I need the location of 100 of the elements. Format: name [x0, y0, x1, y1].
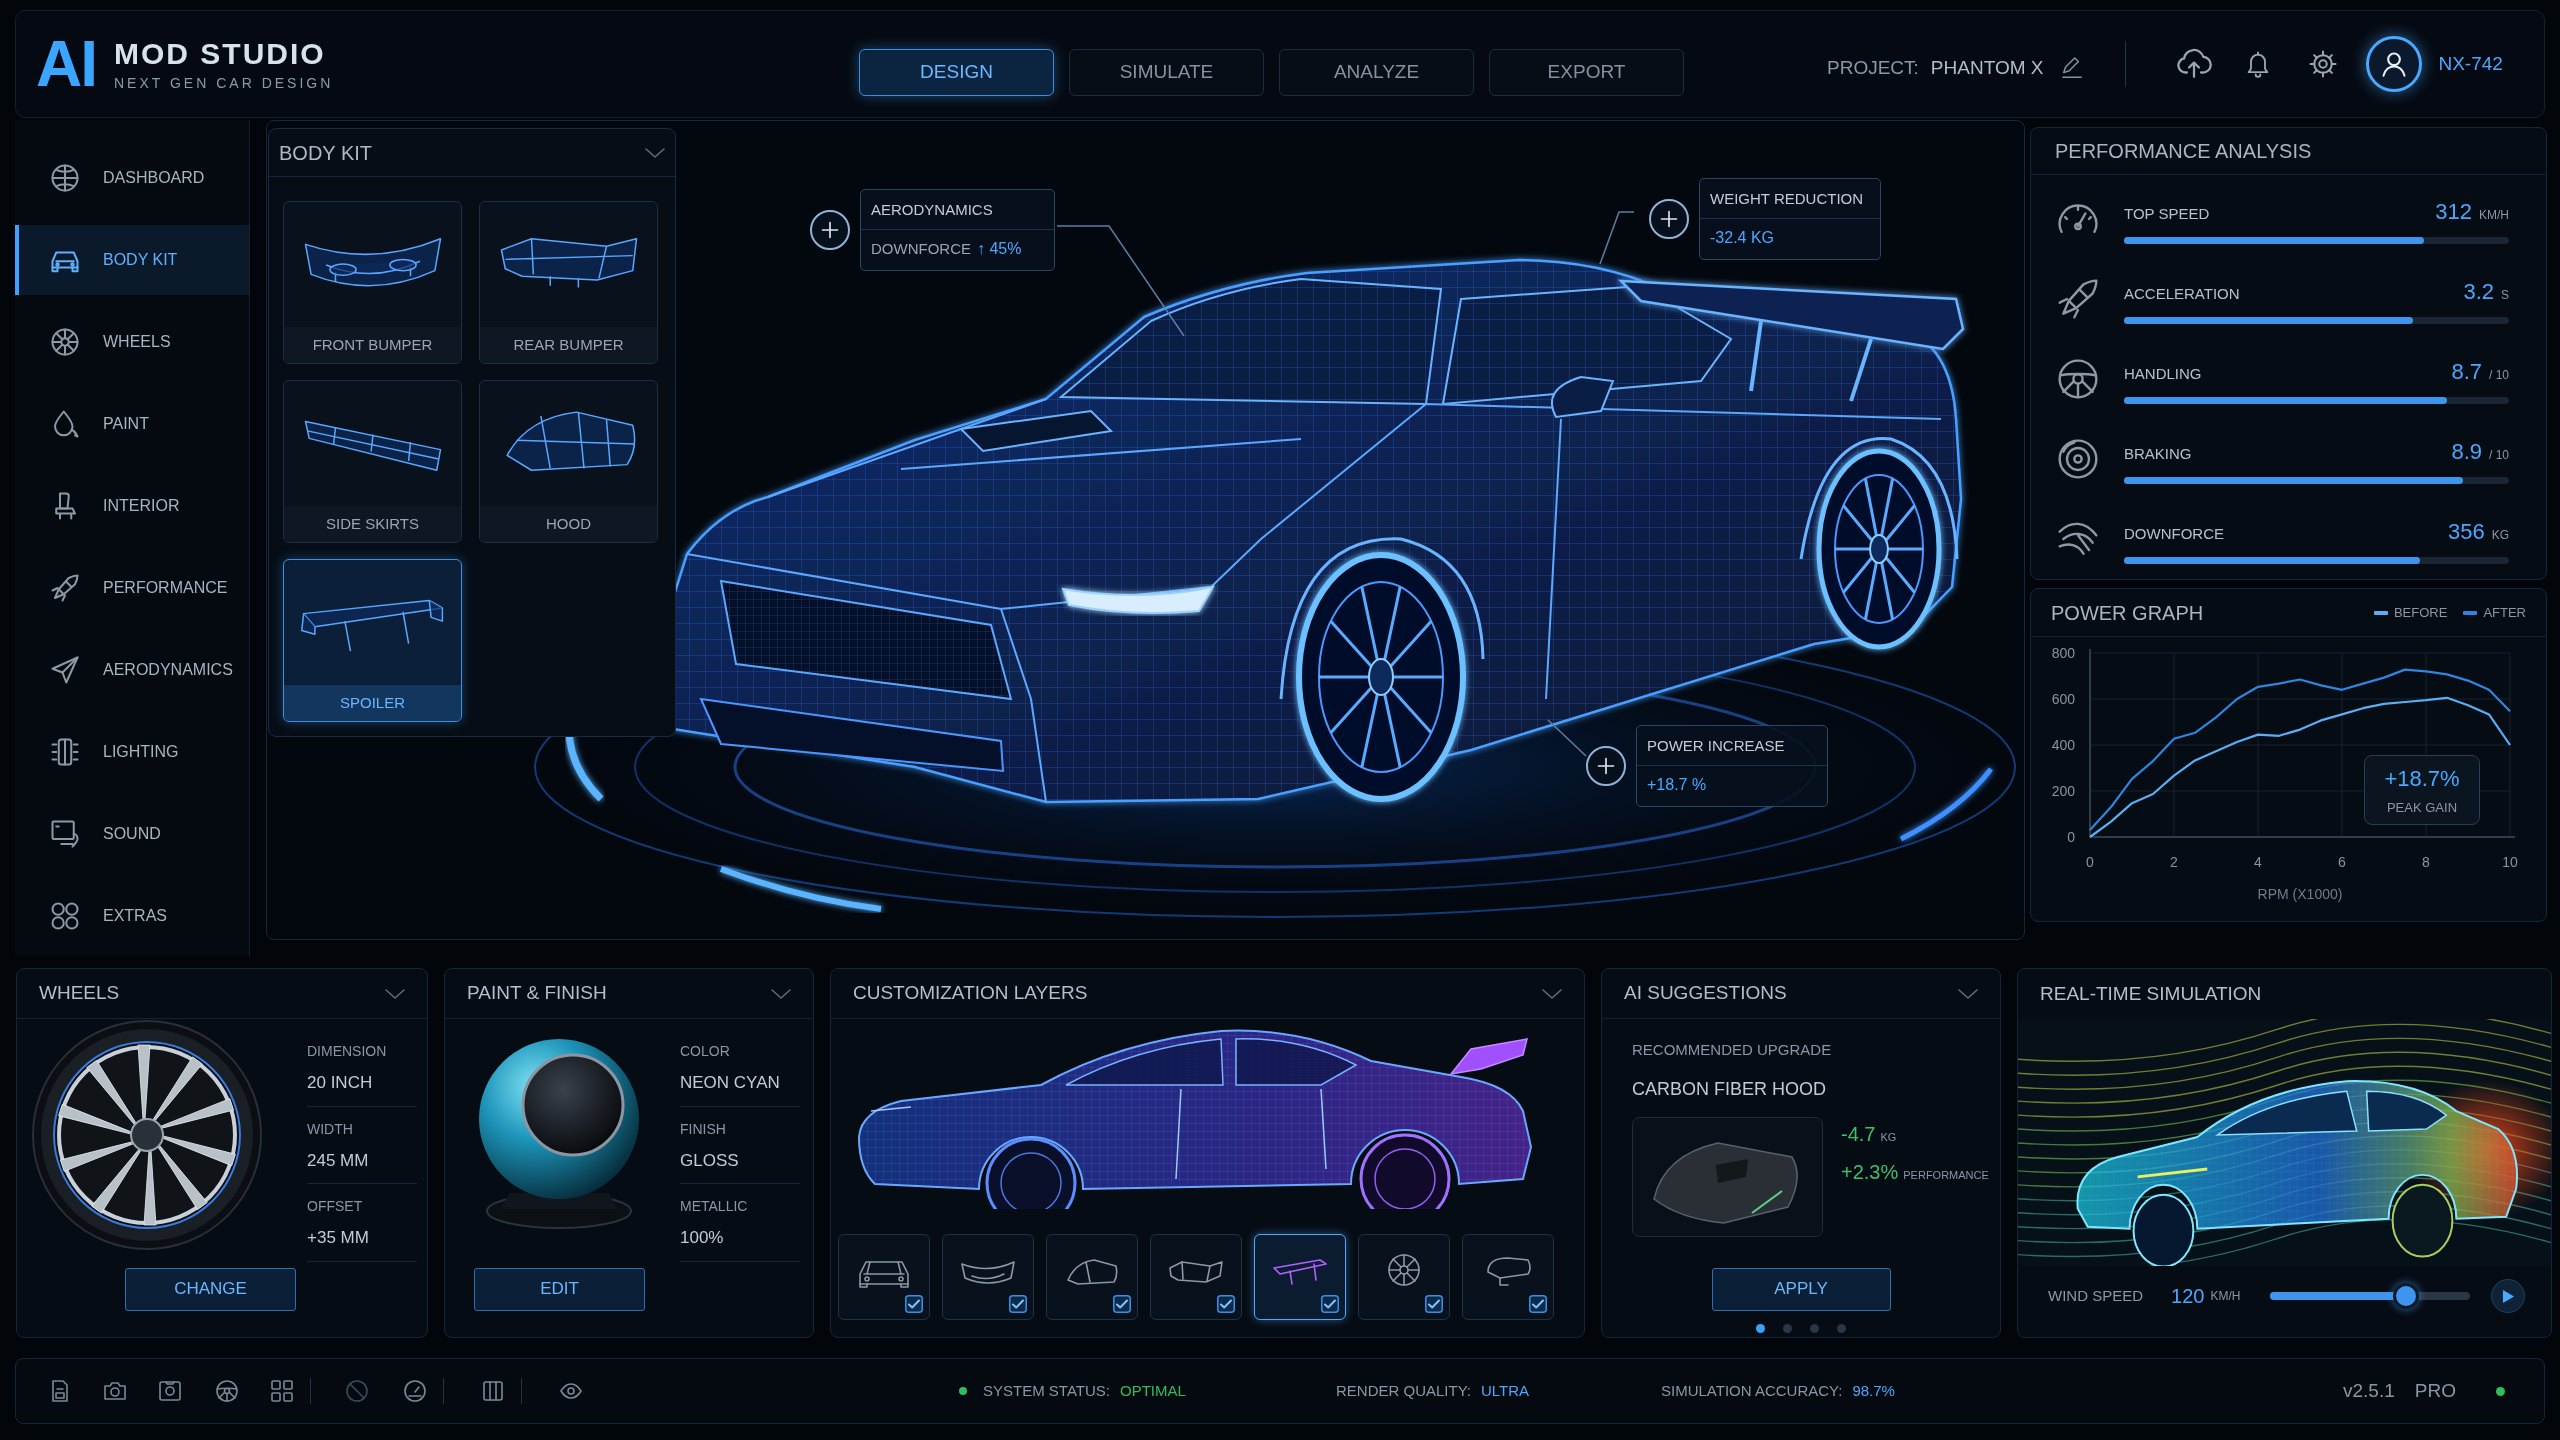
metric-unit: / 10 [2489, 446, 2509, 464]
play-button[interactable] [2491, 1279, 2525, 1313]
sidebar-item[interactable]: PERFORMANCE [15, 553, 249, 623]
sidebar-item[interactable]: SOUND [15, 799, 249, 869]
panel-title: PERFORMANCE ANALYSIS [2055, 139, 2312, 164]
stat-unit: KG [1880, 1129, 1897, 1145]
add-hotspot-button[interactable] [1649, 198, 1689, 239]
tab[interactable]: EXPORT [1489, 48, 1684, 96]
checkbox[interactable] [1009, 1295, 1027, 1313]
metric-label: DOWNFORCE [2124, 523, 2224, 544]
wind-speed-slider[interactable] [2270, 1283, 2471, 1309]
body-part-option[interactable]: HOOD [479, 380, 658, 543]
chevron-down-icon [1542, 988, 1562, 999]
globe-icon [50, 163, 80, 193]
metric-label: BRAKING [2124, 443, 2192, 464]
camera-button[interactable] [103, 1379, 127, 1403]
checkbox[interactable] [1321, 1295, 1339, 1313]
layer-thumbnail[interactable] [1046, 1234, 1138, 1320]
body-part-option[interactable]: SIDE SKIRTS [283, 380, 462, 543]
leader-line [1547, 719, 1587, 757]
user-avatar[interactable] [2366, 36, 2423, 92]
spec-label: OFFSET [307, 1197, 364, 1216]
axis-tick-label: 800 [2051, 645, 2075, 661]
callout-title: WEIGHT REDUCTION [1700, 179, 1880, 219]
plus-icon [820, 219, 840, 240]
layer-thumbnail[interactable] [1358, 1234, 1450, 1320]
layer-thumbnail[interactable] [1254, 1234, 1346, 1320]
spec-value: NEON CYAN [680, 1072, 781, 1094]
chevron-down-icon [645, 147, 665, 158]
paper-plane-icon [50, 655, 80, 685]
sidebar-item[interactable]: BODY KIT [15, 225, 249, 295]
tab[interactable]: DESIGN [859, 48, 1054, 96]
wind-speed-label: WIND SPEED [2048, 1285, 2143, 1306]
light-bar-icon [50, 737, 80, 767]
sidebar-item[interactable]: EXTRAS [15, 881, 249, 951]
settings-button[interactable] [2308, 49, 2339, 79]
layer-thumbnail[interactable] [1150, 1234, 1242, 1320]
edition-label: PRO [2414, 1378, 2456, 1403]
callout-title: AERODYNAMICS [861, 190, 1054, 230]
checkbox[interactable] [1113, 1295, 1131, 1313]
add-hotspot-button[interactable] [810, 209, 850, 250]
panel-title: POWER GRAPH [2051, 600, 2204, 626]
metric-unit: S [2501, 286, 2509, 304]
peak-gain-value: +18.7% [2384, 765, 2460, 794]
spec-value: 245 MM [307, 1149, 370, 1172]
body-part-option[interactable]: SPOILER [283, 559, 462, 722]
status-label: SIMULATION ACCURACY: [1661, 1380, 1843, 1401]
callout-value: ↑ 45% [977, 238, 1022, 259]
columns-button[interactable] [481, 1379, 505, 1403]
sidebar-item[interactable]: WHEELS [15, 307, 249, 377]
tab[interactable]: SIMULATE [1069, 48, 1264, 96]
columns-icon [481, 1379, 505, 1403]
suggestion-caption: RECOMMENDED UPGRADE [1632, 1040, 1833, 1060]
spec-value: 100% [680, 1227, 725, 1249]
legend-label: AFTER [2483, 603, 2526, 622]
checkbox[interactable] [1425, 1295, 1443, 1313]
panel-title: REAL-TIME SIMULATION [2040, 981, 2262, 1006]
cloud-upload-button[interactable] [2176, 47, 2213, 81]
edit-button[interactable]: EDIT [474, 1267, 645, 1311]
layer-thumbnail[interactable] [838, 1234, 930, 1320]
tab[interactable]: ANALYZE [1279, 48, 1474, 96]
spec-label: WIDTH [307, 1119, 354, 1139]
steering-wheel-button[interactable] [215, 1379, 239, 1403]
checkbox[interactable] [1217, 1295, 1235, 1313]
metric-unit: KM/H [2479, 206, 2509, 224]
axis-tick-label: 10 [2502, 854, 2518, 870]
grid-button[interactable] [270, 1379, 294, 1403]
layer-thumbnail[interactable] [1462, 1234, 1554, 1320]
metric-value: 8.9 [2451, 437, 2482, 466]
sidebar-item[interactable]: AERODYNAMICS [15, 635, 249, 705]
axis-tick-label: 400 [2051, 737, 2075, 753]
metric-unit: / 10 [2489, 366, 2509, 384]
gauge-button[interactable] [403, 1379, 427, 1403]
camera-frame-button[interactable] [158, 1379, 182, 1403]
wheel-icon [50, 327, 80, 357]
callout-label: DOWNFORCE [871, 238, 971, 259]
slider-thumb[interactable] [2393, 1283, 2420, 1309]
body-part-option[interactable]: REAR BUMPER [479, 201, 658, 364]
status-value: OPTIMAL [1119, 1380, 1186, 1401]
spec-value: GLOSS [680, 1149, 740, 1172]
sidebar-item[interactable]: INTERIOR [15, 471, 249, 541]
sidebar-item[interactable]: PAINT [15, 389, 249, 459]
sidebar-item[interactable]: DASHBOARD [15, 143, 249, 213]
metric-value: 356 [2447, 517, 2485, 546]
change-button[interactable]: CHANGE [125, 1267, 296, 1311]
axis-tick-label: 6 [2338, 854, 2346, 870]
layer-thumbnail[interactable] [942, 1234, 1034, 1320]
stat-value: +2.3% [1841, 1159, 1899, 1185]
panel-title: AI SUGGESTIONS [1624, 981, 1787, 1006]
peak-gain-label: PEAK GAIN [2386, 799, 2458, 818]
axis-tick-label: 200 [2051, 783, 2075, 799]
checkbox[interactable] [905, 1295, 923, 1313]
checkbox[interactable] [1529, 1295, 1547, 1313]
panel-title: BODY KIT [279, 140, 372, 166]
apply-button[interactable]: APPLY [1711, 1267, 1891, 1311]
panel-title: WHEELS [39, 981, 120, 1006]
body-part-option[interactable]: FRONT BUMPER [283, 201, 462, 364]
sidebar-item[interactable]: LIGHTING [15, 717, 249, 787]
pencil-icon [2061, 57, 2084, 79]
metric-label: ACCELERATION [2124, 283, 2240, 304]
